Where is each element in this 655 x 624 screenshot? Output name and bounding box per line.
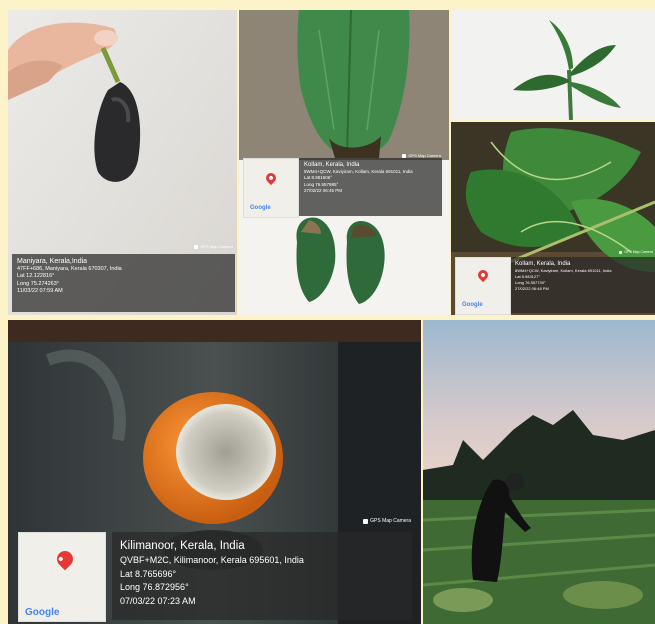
badge-text: GPS Map Camera <box>200 244 233 249</box>
caption-datetime: 27/02/22 06:48 PM <box>515 286 549 291</box>
photo-hand-fruit: GPS Map Camera Maniyara, Kerala,India 47… <box>8 10 237 315</box>
caption-title: Maniyara, Kerala,India <box>17 258 88 265</box>
google-logo: Google <box>25 607 60 618</box>
caption-title: Kilimanoor, Kerala, India <box>120 540 245 552</box>
caption-datetime: 07/03/22 07:23 AM <box>120 595 196 606</box>
photo-leaves: GPS Map Camera Kollam, Kerala, India 8WM… <box>239 10 449 315</box>
caption-kollam-leaves: Kollam, Kerala, India 8WM4+QCW, Kaviyira… <box>299 158 442 216</box>
map-pin-icon <box>53 547 77 571</box>
gps-badge: GPS Map Camera <box>619 250 653 254</box>
photo-moldy-fruit: GPS Map Camera Google Kilimanoor, Kerala… <box>8 320 421 624</box>
google-logo: Google <box>250 205 271 211</box>
map-thumbnail: Google <box>455 257 511 315</box>
map-thumbnail: Google <box>18 532 106 622</box>
gps-badge: GPS Map Camera <box>363 518 411 524</box>
caption-title: Kollam, Kerala, India <box>304 162 360 168</box>
caption-maniyara: Maniyara, Kerala,India 47FF+686, Maniyar… <box>12 254 235 312</box>
photo-plant-tip <box>451 10 655 120</box>
caption-lat: Lat 12.122816° <box>17 273 55 280</box>
caption-address: QVBF+M2C, Kilimanoor, Kerala 695601, Ind… <box>120 555 304 565</box>
caption-title: Kollam, Kerala, India <box>515 261 571 267</box>
caption-long: Long 75.274263° <box>17 280 59 287</box>
badge-text: GPS Map Camera <box>370 518 411 524</box>
caption-long: Long 76.872956° <box>120 582 189 592</box>
map-thumbnail: Google <box>243 158 299 218</box>
badge-text: GPS Map Camera <box>624 250 653 254</box>
map-pin-icon <box>475 267 491 283</box>
caption-kollam-plant: Kollam, Kerala, India 8WM4+QCW, Kaviyira… <box>511 257 655 313</box>
caption-kilimanoor: Kilimanoor, Kerala, India QVBF+M2C, Kili… <box>112 532 412 620</box>
google-logo: Google <box>462 302 483 308</box>
caption-lat: Lat 8.765696° <box>120 568 177 579</box>
caption-address: 47FF+686, Maniyara, Kerala 670307, India <box>17 266 122 272</box>
caption-datetime: 11/03/22 07:59 AM <box>17 287 63 294</box>
photo-field-worker <box>423 320 655 624</box>
map-pin-icon <box>263 170 279 186</box>
caption-datetime: 27/02/22 06:45 PM <box>304 187 343 193</box>
gps-badge: GPS Map Camera <box>194 244 233 249</box>
photo-damaged-plant: GPS Map Camera Google Kollam, Kerala, In… <box>451 122 655 315</box>
